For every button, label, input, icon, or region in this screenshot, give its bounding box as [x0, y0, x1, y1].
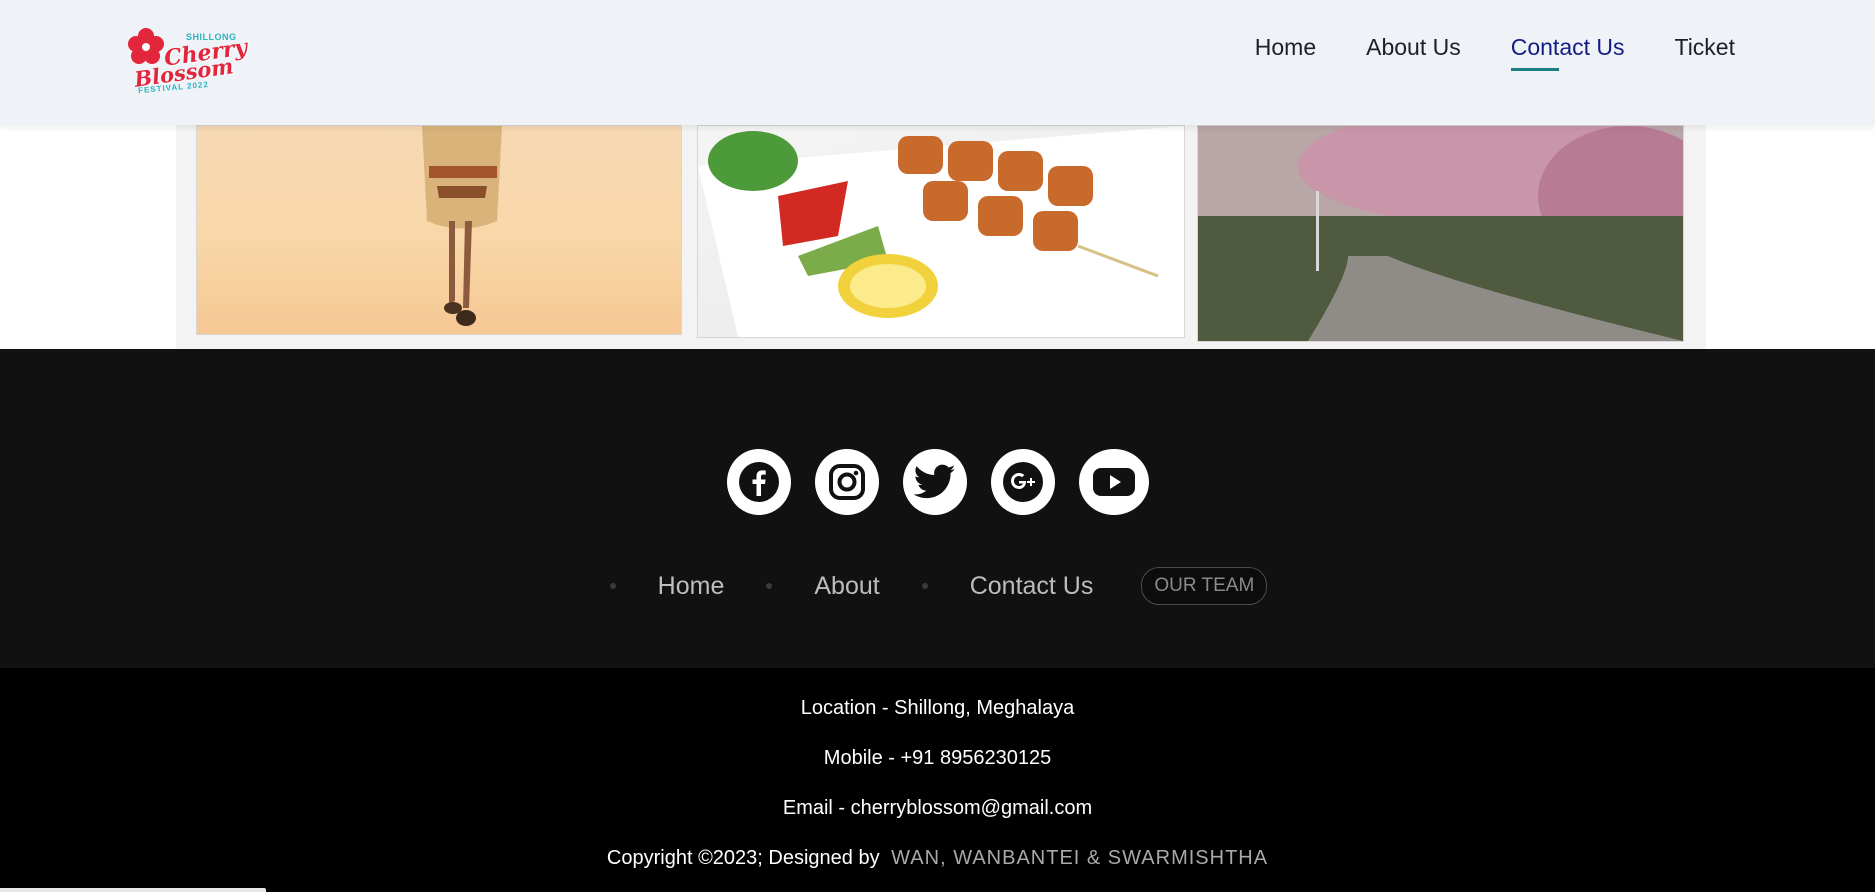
location-text: Location - Shillong, Meghalaya: [800, 697, 1075, 719]
twitter-button[interactable]: [902, 449, 967, 515]
facebook-icon: [738, 462, 779, 502]
footer-links: Home About Contact Us OUR TEAM: [0, 567, 1875, 605]
twitter-icon: [913, 464, 955, 499]
cherry-blossom-logo[interactable]: SHILLONG Cherry Blossom FESTIVAL 2022: [124, 26, 249, 95]
fashion-model-image: [422, 126, 502, 326]
instagram-button[interactable]: [814, 449, 879, 515]
mobile-text: Mobile - +91 8956230125: [823, 747, 1052, 769]
footer-link-contact[interactable]: Contact Us: [970, 572, 1094, 601]
copyright-text: Copyright ©2023; Designed by: [606, 847, 880, 869]
cherry-flower-icon: [128, 28, 164, 64]
designers-text: WAN, WANBANTEI & SWARMISHTHA: [891, 847, 1269, 869]
link-separator: [609, 583, 616, 589]
youtube-icon: [1092, 468, 1135, 496]
footer-contact-section: Location - Shillong, Meghalaya Mobile - …: [0, 668, 1875, 892]
main-nav: Home About Us Contact Us Ticket: [1255, 34, 1735, 71]
our-team-button[interactable]: OUR TEAM: [1141, 567, 1268, 605]
footer-link-home[interactable]: Home: [658, 572, 725, 601]
site-header: SHILLONG Cherry Blossom FESTIVAL 2022 Ho…: [0, 0, 1875, 125]
nav-ticket[interactable]: Ticket: [1675, 34, 1736, 71]
kebab-plate-image: [698, 126, 1184, 337]
gallery-image-fashion: [196, 125, 682, 335]
horizontal-scrollbar[interactable]: [0, 888, 266, 892]
google-plus-icon: [1002, 462, 1043, 502]
social-links: [0, 449, 1875, 515]
footer-link-about[interactable]: About: [814, 572, 879, 601]
google-plus-button[interactable]: [990, 449, 1055, 515]
facebook-button[interactable]: [726, 449, 791, 515]
link-separator: [921, 583, 928, 589]
email-text: Email - cherryblossom@gmail.com: [782, 797, 1093, 819]
gallery-image-cherry-road: [1197, 125, 1684, 342]
copyright-line: Copyright ©2023; Designed by WAN, WANBAN…: [0, 847, 1875, 870]
gallery-image-food: [697, 125, 1185, 338]
instagram-icon: [828, 464, 865, 500]
nav-contact-us[interactable]: Contact Us: [1510, 34, 1625, 71]
youtube-button[interactable]: [1078, 449, 1149, 515]
nav-about-us[interactable]: About Us: [1366, 34, 1461, 71]
nav-home[interactable]: Home: [1255, 34, 1316, 71]
photo-gallery: [176, 125, 1706, 349]
footer-social-section: Home About Contact Us OUR TEAM: [0, 349, 1875, 668]
link-separator: [766, 583, 773, 589]
cherry-blossom-road-image: [1198, 126, 1683, 341]
